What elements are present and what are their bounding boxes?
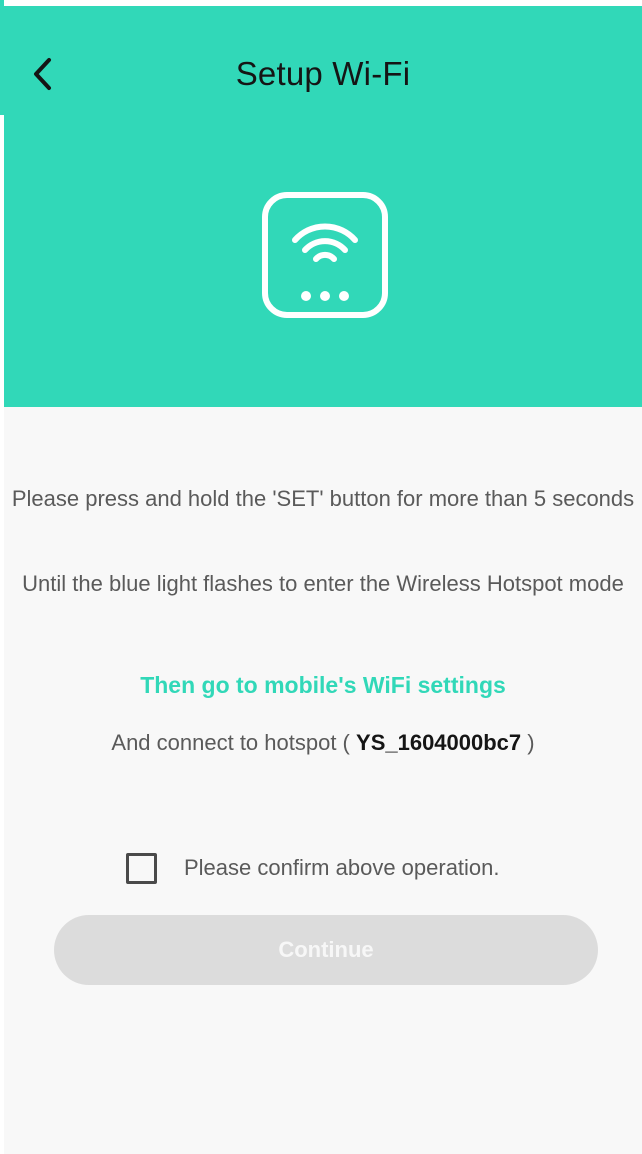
instruction-press-set: Please press and hold the 'SET' button f… [11, 486, 635, 511]
setup-wifi-screen: Setup Wi-Fi Please press and hold the 'S… [4, 6, 642, 1154]
header-banner: Setup Wi-Fi [4, 6, 642, 407]
hotspot-suffix: ) [527, 730, 535, 755]
confirm-checkbox[interactable] [126, 852, 157, 884]
page-title: Setup Wi-Fi [235, 55, 411, 92]
hotspot-name: YS_1604000bc7 [356, 730, 522, 755]
hotspot-prefix: And connect to hotspot ( [111, 730, 350, 755]
wifi-router-icon [262, 192, 388, 318]
confirm-row: Please confirm above operation. [126, 851, 500, 885]
wifi-settings-link[interactable]: Then go to mobile's WiFi settings [4, 670, 642, 700]
instruction-blue-light: Until the blue light flashes to enter th… [22, 571, 624, 596]
confirm-label: Please confirm above operation. [184, 855, 500, 880]
hotspot-instruction: And connect to hotspot ( YS_1604000bc7 ) [4, 728, 642, 758]
continue-button[interactable]: Continue [54, 915, 598, 985]
